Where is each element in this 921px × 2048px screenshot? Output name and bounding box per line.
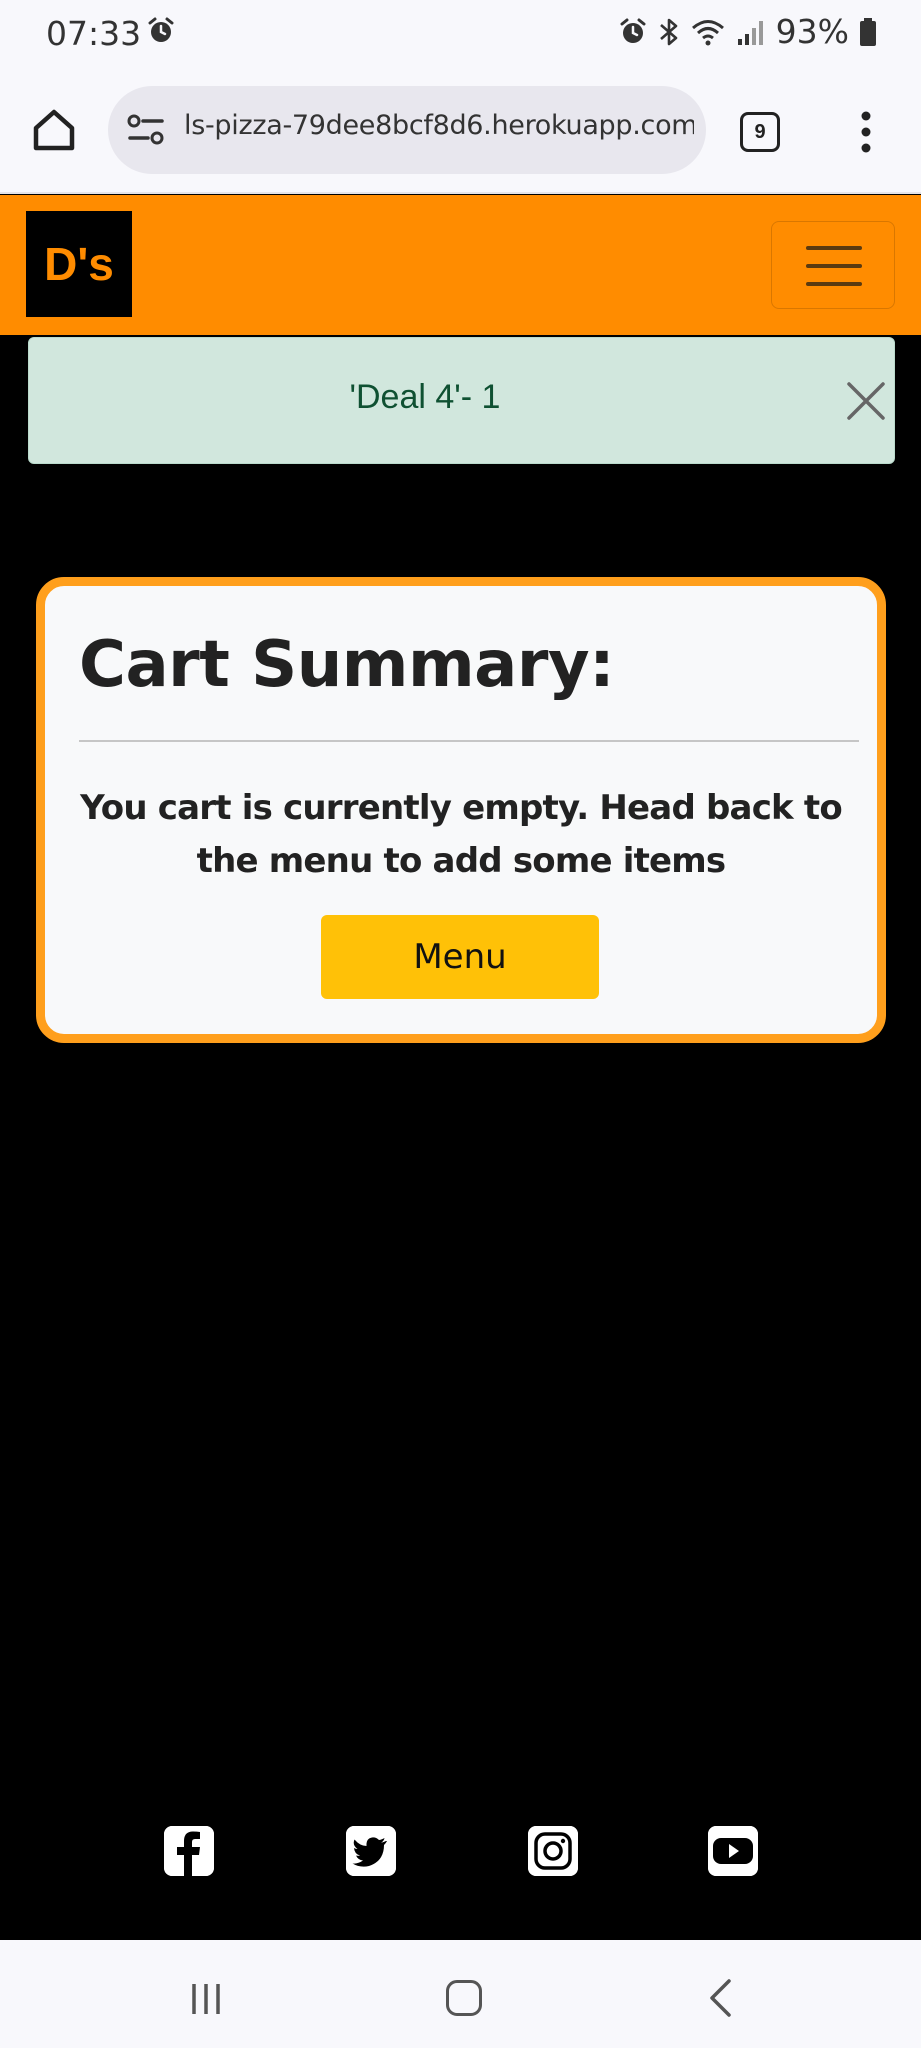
back-icon[interactable] bbox=[708, 1978, 732, 2018]
status-icons: 93% bbox=[618, 12, 877, 51]
status-bar: 07:33 93% bbox=[0, 0, 921, 66]
alarm-icon bbox=[148, 17, 174, 42]
instagram-icon[interactable] bbox=[528, 1826, 578, 1876]
system-home-icon[interactable] bbox=[446, 1980, 482, 2016]
alert-message: 'Deal 4'- 1 bbox=[349, 378, 501, 416]
browser-toolbar: ls-pizza-79dee8bcf8d6.herokuapp.com 9 bbox=[0, 66, 921, 194]
menu-button[interactable]: Menu bbox=[321, 915, 599, 999]
wifi-icon bbox=[691, 19, 724, 45]
empty-cart-message: You cart is currently empty. Head back t… bbox=[80, 788, 843, 881]
recent-apps-icon[interactable] bbox=[188, 1982, 224, 2016]
battery-icon bbox=[860, 17, 876, 46]
navbar-toggler-button[interactable] bbox=[771, 221, 895, 309]
cart-summary-card: Cart Summary: You cart is currently empt… bbox=[36, 577, 886, 1043]
divider bbox=[79, 740, 859, 742]
status-time: 07:33 bbox=[46, 14, 142, 53]
site-logo[interactable]: D's bbox=[26, 211, 132, 317]
cart-title: Cart Summary: bbox=[79, 628, 615, 702]
address-bar[interactable]: ls-pizza-79dee8bcf8d6.herokuapp.com bbox=[108, 86, 706, 174]
youtube-icon[interactable] bbox=[708, 1826, 758, 1876]
close-icon[interactable] bbox=[845, 380, 887, 422]
hamburger-line bbox=[806, 282, 862, 286]
success-alert: 'Deal 4'- 1 bbox=[28, 337, 895, 464]
twitter-icon[interactable] bbox=[346, 1826, 396, 1876]
url-text[interactable]: ls-pizza-79dee8bcf8d6.herokuapp.com bbox=[184, 110, 694, 141]
signal-icon bbox=[737, 20, 763, 45]
home-icon[interactable] bbox=[30, 106, 78, 154]
bluetooth-icon bbox=[659, 18, 677, 45]
system-navigation-bar bbox=[0, 1940, 921, 2048]
hamburger-line bbox=[806, 246, 862, 250]
tab-switcher-button[interactable]: 9 bbox=[740, 112, 780, 152]
alarm-icon bbox=[620, 18, 646, 43]
hamburger-line bbox=[806, 264, 862, 268]
more-options-icon[interactable] bbox=[856, 110, 876, 154]
site-navbar: D's bbox=[0, 195, 921, 335]
battery-percent: 93% bbox=[775, 12, 849, 51]
site-settings-icon[interactable] bbox=[126, 112, 166, 148]
facebook-icon[interactable] bbox=[164, 1826, 214, 1876]
social-links bbox=[0, 1826, 921, 1882]
